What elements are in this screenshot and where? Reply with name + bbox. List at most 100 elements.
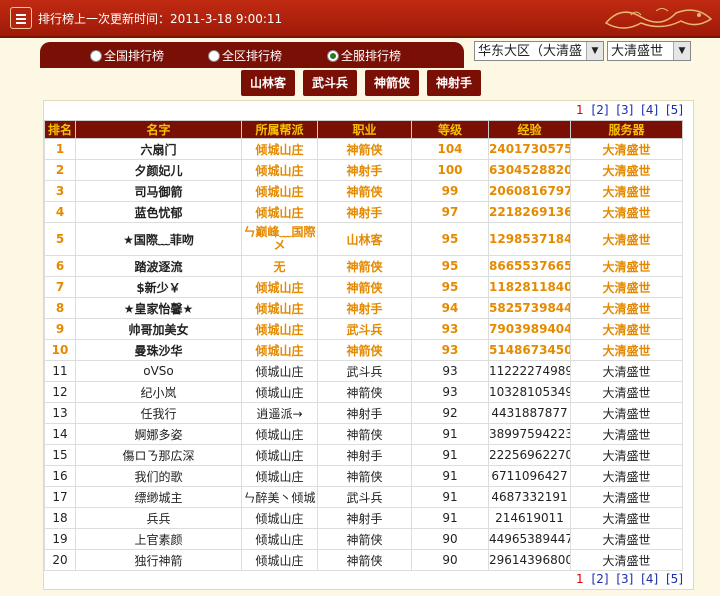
class-cell: 武斗兵 bbox=[317, 486, 412, 508]
table-row: 2夕颜妃儿倾城山庄神射手10063045288203大清盛世 bbox=[44, 159, 683, 181]
rank-cell: 19 bbox=[44, 528, 76, 550]
rank-cell: 8 bbox=[44, 297, 76, 319]
rank-cell: 5 bbox=[44, 222, 76, 256]
guild-cell: 倾城山庄 bbox=[241, 201, 318, 223]
class-cell: 山林客 bbox=[317, 222, 412, 256]
tab-wudoubing[interactable]: 武斗兵 bbox=[303, 70, 357, 96]
player-name-cell: 独行神箭 bbox=[75, 549, 242, 571]
ranking-table: 排名 名字 所属帮派 职业 等级 经验 服务器 1 六扇门 倾城山庄 神箭侠 104 24… bbox=[44, 120, 683, 571]
class-cell: 神箭侠 bbox=[317, 528, 412, 550]
player-name-cell: oVSo bbox=[75, 360, 242, 382]
guild-cell: 倾城山庄 bbox=[241, 444, 318, 466]
tab-shensheshou[interactable]: 神射手 bbox=[427, 70, 481, 96]
radio-icon bbox=[208, 49, 220, 62]
guild-cell: 倾城山庄 bbox=[241, 423, 318, 445]
server-cell: 大清盛世 bbox=[570, 528, 683, 550]
player-name-cell: 夕颜妃儿 bbox=[75, 159, 242, 181]
exp-cell: 86655376658 bbox=[488, 255, 571, 277]
col-header-name: 名字 bbox=[75, 120, 242, 139]
exp-cell: 11828118406 bbox=[488, 276, 571, 298]
chevron-down-icon: ▼ bbox=[586, 42, 603, 60]
server-cell: 大清盛世 bbox=[570, 180, 683, 202]
server-cell: 大清盛世 bbox=[570, 486, 683, 508]
level-cell: 97 bbox=[411, 201, 489, 223]
page-link[interactable]: [2] bbox=[592, 103, 609, 117]
rank-cell: 16 bbox=[44, 465, 76, 487]
page-current: 1 bbox=[576, 103, 584, 117]
table-row: 19 上官素颜 倾城山庄 神箭侠 90 44965389447 大清盛世 bbox=[44, 528, 683, 550]
level-cell: 93 bbox=[411, 360, 489, 382]
exp-cell: 4687332191 bbox=[488, 486, 571, 508]
exp-cell: 20608167974 bbox=[488, 180, 571, 202]
server-select[interactable]: 大清盛世 ▼ bbox=[607, 41, 691, 61]
level-cell: 90 bbox=[411, 528, 489, 550]
scope-radio-region[interactable]: 全区排行榜 bbox=[208, 47, 282, 64]
player-name-cell: 婀娜多姿 bbox=[75, 423, 242, 445]
guild-cell: 倾城山庄 bbox=[241, 381, 318, 403]
class-cell: 神箭侠 bbox=[317, 465, 412, 487]
dragon-ornament-icon bbox=[604, 8, 713, 29]
class-cell: 神箭侠 bbox=[317, 180, 412, 202]
class-cell: 神射手 bbox=[317, 297, 412, 319]
page-link[interactable]: [3] bbox=[616, 103, 633, 117]
level-cell: 93 bbox=[411, 318, 489, 340]
exp-cell: 22182691367 bbox=[488, 201, 571, 223]
rank-cell: 15 bbox=[44, 444, 76, 466]
player-name-cell: 缥缈城主 bbox=[75, 486, 242, 508]
level-cell: 91 bbox=[411, 423, 489, 445]
header-bar: 排行榜上一次更新时间：2011-3-18 9:00:11 bbox=[0, 0, 720, 38]
class-cell: 神射手 bbox=[317, 444, 412, 466]
rank-cell: 6 bbox=[44, 255, 76, 277]
rank-cell: 3 bbox=[44, 180, 76, 202]
server-cell: 大清盛世 bbox=[570, 255, 683, 277]
col-header-guild: 所属帮派 bbox=[241, 120, 318, 139]
rank-cell: 12 bbox=[44, 381, 76, 403]
rank-cell: 18 bbox=[44, 507, 76, 529]
class-cell: 武斗兵 bbox=[317, 360, 412, 382]
page-link[interactable]: [2] bbox=[592, 572, 609, 586]
chevron-down-icon: ▼ bbox=[673, 42, 690, 60]
radio-selected-icon bbox=[327, 49, 339, 62]
table-row: 13 任我行 逍遥派→ 神射手 92 4431887877 大清盛世 bbox=[44, 402, 683, 424]
page-link[interactable]: [3] bbox=[616, 572, 633, 586]
exp-cell: 38997594223 bbox=[488, 423, 571, 445]
rank-cell: 4 bbox=[44, 201, 76, 223]
table-row: 12 纪小岚 倾城山庄 神箭侠 93 10328105349 大清盛世 bbox=[44, 381, 683, 403]
table-row: 4蓝色忧郁倾城山庄神射手9722182691367大清盛世 bbox=[44, 201, 683, 223]
tab-shenjianxia[interactable]: 神箭侠 bbox=[365, 70, 419, 96]
player-name-cell: 任我行 bbox=[75, 402, 242, 424]
scope-radio-national[interactable]: 全国排行榜 bbox=[90, 47, 164, 64]
player-name-cell: 上官素颜 bbox=[75, 528, 242, 550]
scope-radio-server[interactable]: 全服排行榜 bbox=[327, 47, 401, 64]
level-cell: 91 bbox=[411, 465, 489, 487]
guild-cell: 逍遥派→ bbox=[241, 402, 318, 424]
table-row: 9帅哥加美女倾城山庄武斗兵9379039894049大清盛世 bbox=[44, 318, 683, 340]
page-link[interactable]: [5] bbox=[666, 103, 683, 117]
level-cell: 91 bbox=[411, 507, 489, 529]
page-link[interactable]: [4] bbox=[641, 572, 658, 586]
exp-cell: 79039894049 bbox=[488, 318, 571, 340]
rank-cell: 11 bbox=[44, 360, 76, 382]
table-row: 18 兵兵 倾城山庄 神射手 91 214619011 大清盛世 bbox=[44, 507, 683, 529]
class-cell: 神箭侠 bbox=[317, 276, 412, 298]
guild-cell: ㄣ巅峰﹏国際メ bbox=[241, 222, 318, 256]
level-cell: 91 bbox=[411, 444, 489, 466]
page-link[interactable]: [4] bbox=[641, 103, 658, 117]
table-row: 16 我们的歌 倾城山庄 神箭侠 91 6711096427 大清盛世 bbox=[44, 465, 683, 487]
guild-cell: 倾城山庄 bbox=[241, 297, 318, 319]
player-name-cell: 纪小岚 bbox=[75, 381, 242, 403]
player-name-cell: ★皇家怡馨★ bbox=[75, 297, 242, 319]
level-cell: 95 bbox=[411, 276, 489, 298]
guild-cell: 倾城山庄 bbox=[241, 138, 318, 160]
page-link[interactable]: [5] bbox=[666, 572, 683, 586]
class-cell: 神射手 bbox=[317, 507, 412, 529]
table-row: 1六扇门倾城山庄神箭侠104240173057532大清盛世 bbox=[44, 138, 683, 160]
region-select[interactable]: 华东大区（大清盛 ▼ bbox=[474, 41, 604, 61]
server-cell: 大清盛世 bbox=[570, 138, 683, 160]
radio-icon bbox=[90, 49, 102, 62]
server-cell: 大清盛世 bbox=[570, 444, 683, 466]
server-cell: 大清盛世 bbox=[570, 201, 683, 223]
server-cell: 大清盛世 bbox=[570, 159, 683, 181]
tab-shanlinke[interactable]: 山林客 bbox=[241, 70, 295, 96]
col-header-rank: 排名 bbox=[44, 120, 76, 139]
